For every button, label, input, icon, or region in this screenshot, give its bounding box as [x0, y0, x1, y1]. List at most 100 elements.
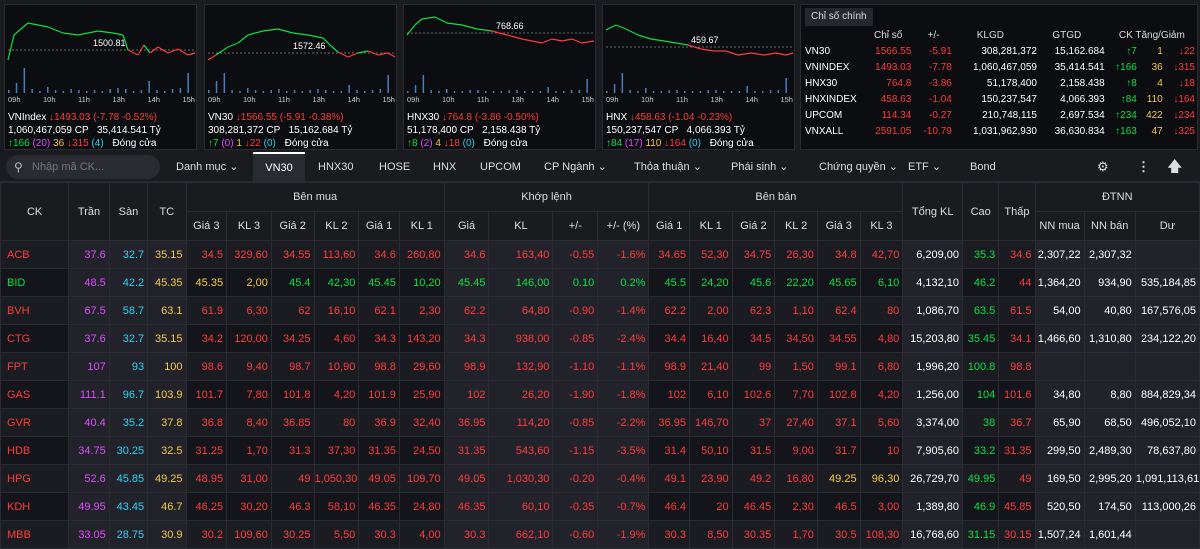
- settings-gear-icon[interactable]: ⚙: [1097, 152, 1109, 182]
- table-row[interactable]: FPT 107 93 100 98.6 9,40 98.7 10,90 98.8 29,60 98.…: [0, 352, 1200, 381]
- tab-hnx30[interactable]: HNX30: [318, 152, 353, 182]
- table-row[interactable]: CTG 37.6 32.7 35.15 34.2 120,00 34.25 4,60 34.3 1…: [0, 324, 1200, 353]
- more-options-icon[interactable]: ⋮: [1137, 152, 1150, 182]
- mini-chart-vn30[interactable]: 1572.46 09h 10h 11h 13h 14h 15h VN30 ↓1566.55 (…: [204, 4, 397, 150]
- table-row[interactable]: KDH 49.95 43.45 46.7 46.25 30,20 46.3 58,10 46.3…: [0, 492, 1200, 521]
- header-reference[interactable]: TC: [147, 182, 187, 241]
- mini-chart-hnx30[interactable]: 768.66 09h 10h 11h 13h 14h 15h HNX30 ↓764.8 (-3…: [403, 4, 596, 150]
- market-overview: 1500.81 09h 10h 11h 13h 14h 15h VNIndex ↓1493.0…: [0, 0, 1200, 152]
- index-summary-row[interactable]: VN30 1566.55 -5.91 308,281,372 15,162.68…: [803, 43, 1197, 59]
- tab-etf[interactable]: ETF ⌄: [908, 152, 941, 182]
- header-high[interactable]: Cao: [962, 182, 1000, 241]
- subheader-nn-mua[interactable]: NN mua: [1034, 211, 1085, 241]
- tab-negotiated[interactable]: Thỏa thuận ⌄: [634, 152, 702, 182]
- header-ceiling[interactable]: Trần: [68, 182, 110, 241]
- subheader-gi-1[interactable]: Giá 1: [648, 211, 690, 241]
- header-floor[interactable]: Sàn: [108, 182, 149, 241]
- index-summary-row[interactable]: HNXINDEX 458.63 -1.04 150,237,547 4,066.…: [803, 91, 1197, 107]
- subheader-gi-2[interactable]: Giá 2: [270, 211, 315, 241]
- tab-sector[interactable]: CP Ngành ⌄: [544, 152, 607, 182]
- symbol-cell[interactable]: GVR: [0, 408, 70, 437]
- subheader-gi-3[interactable]: Giá 3: [185, 211, 228, 241]
- header-total-volume[interactable]: Tổng KL: [902, 182, 964, 241]
- index-summary-row[interactable]: UPCOM 114.34 -0.27 210,748,115 2,697.534…: [803, 107, 1197, 123]
- table-row[interactable]: GVR 40.4 35.2 37.8 36.8 8,40 36.85 80 36.9 32,40 3…: [0, 408, 1200, 437]
- tab-vn30[interactable]: VN30: [253, 152, 305, 182]
- mini-chart-hnx[interactable]: 459.67 09h 10h 11h 13h 14h 15h HNX ↓458.63 (-1.…: [602, 4, 795, 150]
- foreign-cell: 884,829,34: [1134, 380, 1200, 409]
- scroll-top-arrow-icon[interactable]: 🡅: [1167, 152, 1182, 182]
- subheader-kl-2[interactable]: KL 2: [313, 211, 360, 241]
- tab-warrants[interactable]: Chứng quyền ⌄: [819, 152, 898, 182]
- tab-derivatives[interactable]: Phái sinh ⌄: [731, 152, 789, 182]
- time-tick: 14h: [147, 95, 160, 104]
- stock-search-input[interactable]: ⚲ Nhập mã CK...: [6, 155, 160, 179]
- tab-bond[interactable]: Bond: [970, 152, 996, 182]
- symbol-cell[interactable]: ACB: [0, 240, 70, 269]
- tab-watchlist[interactable]: Danh mục ⌄: [176, 152, 238, 182]
- index-summary-row[interactable]: VNXALL 2591.05 -10.79 1,031,962,930 36,6…: [803, 123, 1197, 139]
- index-line-segment: [663, 40, 677, 44]
- volume-cell: 34,50: [774, 324, 818, 353]
- table-row[interactable]: ACB 37.6 32.7 35.15 34.5 329,60 34.55 113,60 34.…: [0, 240, 1200, 269]
- price-cell: 35.3: [962, 240, 1000, 269]
- header-change: +/-: [927, 29, 940, 41]
- mini-chart-vnindex[interactable]: 1500.81 09h 10h 11h 13h 14h 15h VNIndex ↓1493.0…: [4, 4, 197, 150]
- table-row[interactable]: GAS 111.1 96.7 103.9 101.7 7,80 101.8 4,20 101.9…: [0, 380, 1200, 409]
- tab-hnx[interactable]: HNX: [433, 152, 456, 182]
- subheader-kl-2[interactable]: KL 2: [774, 211, 818, 241]
- volume-cell: 50,10: [688, 436, 733, 465]
- change-cell: -2.4%: [597, 324, 650, 353]
- index-line-segment: [337, 51, 349, 58]
- index-summary-row[interactable]: HNX30 764.8 -3.86 51,178,400 2,158.438 ↑…: [803, 75, 1197, 91]
- tab-upcom[interactable]: UPCOM: [480, 152, 521, 182]
- symbol-cell[interactable]: HPG: [0, 464, 70, 493]
- index-summary-row[interactable]: VNINDEX 1493.03 -7.78 1,060,467,059 35,4…: [803, 59, 1197, 75]
- subheader-gi-2[interactable]: Giá 2: [731, 211, 776, 241]
- symbol-cell[interactable]: FPT: [0, 352, 70, 381]
- table-row[interactable]: HPG 52.6 45.85 49.25 48.95 31,00 49 1,050,30 49.…: [0, 464, 1200, 493]
- symbol-cell[interactable]: CTG: [0, 324, 70, 353]
- symbol-cell[interactable]: BID: [0, 268, 70, 297]
- index-line-segment: [127, 49, 139, 56]
- subheader-gi-3[interactable]: Giá 3: [816, 211, 861, 241]
- tab-main-indices[interactable]: Chỉ số chính: [805, 8, 873, 26]
- volume-bar: [715, 90, 717, 93]
- subheader-kl[interactable]: KL: [488, 211, 554, 241]
- index-line-segment: [227, 42, 239, 48]
- subheader-gi-1[interactable]: Giá 1: [358, 211, 400, 241]
- index-line-segment: [177, 48, 189, 56]
- subheader-kl-1[interactable]: KL 1: [688, 211, 733, 241]
- subheader-[interactable]: +/- (%): [597, 211, 650, 241]
- price-cell: 45.6: [731, 268, 776, 297]
- subheader-gi[interactable]: Giá: [443, 211, 490, 241]
- table-row[interactable]: BVH 67.5 58.7 63.1 61.9 6,30 62 16,10 62.1 2,30 62…: [0, 296, 1200, 325]
- foreign-cell: 1,507,24: [1034, 520, 1085, 549]
- table-row[interactable]: HDB 34.75 30.25 32.5 31.25 1,70 31.3 37,30 31.35…: [0, 436, 1200, 465]
- subheader-nn-b-n[interactable]: NN bán: [1083, 211, 1136, 241]
- subheader-kl-3[interactable]: KL 3: [859, 211, 904, 241]
- symbol-cell[interactable]: HDB: [0, 436, 70, 465]
- header-symbol[interactable]: CK: [0, 182, 70, 241]
- volume-cell: 27,40: [774, 408, 818, 437]
- volume-cell: 662,10: [488, 520, 554, 549]
- subheader-d[interactable]: Dư: [1134, 211, 1200, 241]
- header-low[interactable]: Thấp: [998, 182, 1036, 241]
- symbol-cell[interactable]: BVH: [0, 296, 70, 325]
- symbol-cell[interactable]: MBB: [0, 520, 70, 549]
- index-line-segment: [541, 38, 553, 44]
- table-row[interactable]: MBB 33.05 28.75 30.9 30.2 109,60 30.25 5,50 30.3…: [0, 520, 1200, 549]
- subheader-kl-1[interactable]: KL 1: [398, 211, 445, 241]
- symbol-cell[interactable]: KDH: [0, 492, 70, 521]
- price-cell: 45.45: [358, 268, 400, 297]
- subheader-[interactable]: +/-: [552, 211, 599, 241]
- table-row[interactable]: BID 48.5 42.2 45.35 45.35 2,00 45.4 42,30 45.45 1…: [0, 268, 1200, 297]
- header-group-foreign: ĐTNN: [1034, 182, 1200, 212]
- volume-cell: 4,20: [859, 380, 904, 409]
- volume-cell: 10,20: [398, 268, 445, 297]
- tab-hose[interactable]: HOSE: [379, 152, 410, 182]
- index-line-segment: [675, 42, 689, 46]
- subheader-kl-3[interactable]: KL 3: [226, 211, 272, 241]
- symbol-cell[interactable]: GAS: [0, 380, 70, 409]
- index-name: HNX30: [407, 112, 440, 123]
